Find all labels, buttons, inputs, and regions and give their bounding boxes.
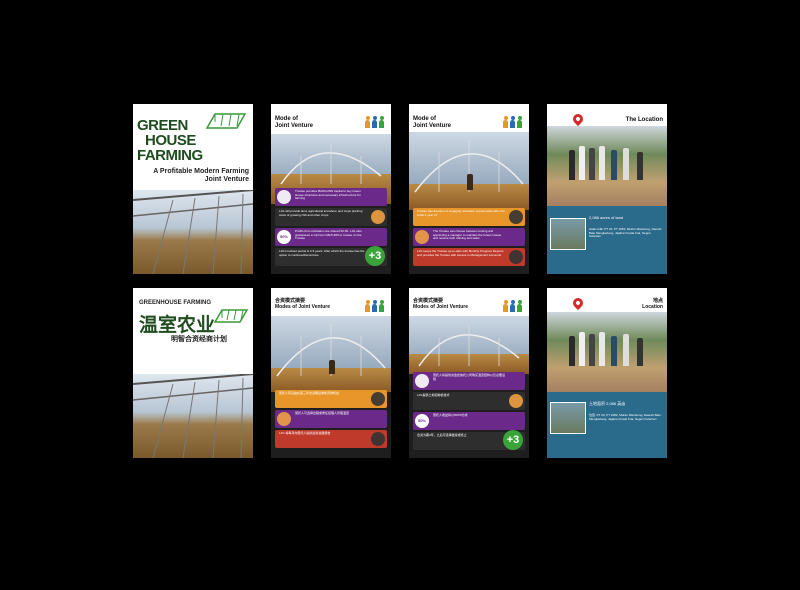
location-address: Hakk milik: PT 20, PT 2082, Mukim Mambon… — [589, 227, 662, 239]
greenhouse-logo-icon — [205, 110, 247, 130]
mode-title-en: Modes of Joint Venture — [275, 304, 331, 310]
band-text: Profits from cultivation are shared 50-5… — [295, 229, 362, 241]
mode-card-zh-2: 合资模式摘要 Modes of Joint Venture 受托人将提供资金给信… — [409, 288, 529, 458]
cover-subtitle: 明智合资经商计划 — [171, 336, 227, 343]
people-logo-icon — [503, 298, 523, 312]
percent-badge: 50% — [277, 230, 291, 244]
band-text: LJG will provide land, agricultural know… — [279, 209, 363, 217]
band-text: LJG's lockout period is 3-5 years. After… — [279, 249, 365, 257]
site-photo — [550, 218, 586, 250]
site-photo — [550, 402, 586, 434]
band-text: 受托人有自由在首三年合资期后重新安排机会 — [279, 391, 340, 395]
mode-title-line2: Joint Venture — [413, 122, 452, 129]
band-text: Trustee provides BANGUNN capital to buy … — [295, 189, 361, 201]
band-text: 合资为期3年，之后可选择继续或终止 — [417, 433, 467, 437]
location-pin-icon — [570, 295, 586, 311]
mode-card-zh-1: 合资模式摘要 Modes of Joint Venture 受托人有自由在首三年… — [271, 288, 391, 458]
cover-title-line3: FARMING — [137, 147, 203, 164]
people-logo-icon — [365, 298, 385, 312]
cover-photo — [133, 374, 253, 458]
mode-title-line2: Joint Venture — [275, 122, 314, 129]
people-logo-icon — [503, 114, 523, 128]
cover-title-line1: GREEN — [137, 117, 188, 134]
cover-subtitle-line1: A Profitable Modern Farming — [153, 168, 249, 175]
cover-title-line2: HOUSE — [145, 132, 196, 149]
cover-title: 温室农业 — [139, 315, 216, 336]
location-card-en: The Location 2,086 acres of land Hakk mi… — [547, 104, 667, 274]
mode-card-en-2: Mode of Joint Venture Trustee has freedo… — [409, 104, 529, 274]
location-card-zh: 地点 Location 土地面积 2,086 英亩 位置: PT 20, PT … — [547, 288, 667, 458]
people-logo-icon — [365, 114, 385, 128]
band-text: 受托人可选择出租或委任经理人管理温室 — [295, 411, 350, 415]
greenhouse-logo-icon — [213, 306, 249, 324]
mode-title-en: Modes of Joint Venture — [413, 304, 469, 310]
band-text: LJG keeps the Trustee up-to-date with Mo… — [417, 249, 504, 257]
plus-three-badge: +3 — [365, 246, 385, 266]
cover-photo — [133, 190, 253, 274]
cover-label: GREENHOUSE FARMING — [139, 300, 212, 306]
percent-badge: 50% — [415, 414, 429, 428]
location-address: 位置: PT 20, PT 2082, Mukim Mambong, Daera… — [589, 413, 661, 421]
band-text: The Trustee can choose between renting a… — [433, 229, 502, 241]
band-text: LJG提供土地和种植技术 — [417, 393, 450, 397]
cover-subtitle-line2: Joint Venture — [204, 176, 249, 183]
location-title-en: Location — [642, 304, 663, 310]
location-pin-icon — [570, 111, 586, 127]
cover-card-en: GREEN HOUSE FARMING A Profitable Modern … — [133, 104, 253, 274]
band-text: 受托人收益将以50/50分成 — [433, 413, 468, 417]
cover-card-zh: GREENHOUSE FARMING 温室农业 明智合资经商计划 — [133, 288, 253, 458]
plus-three-badge: +3 — [503, 430, 523, 450]
band-text: 受托人将提供资金给信托公司购买温室结构以及必要设施 — [433, 373, 506, 381]
location-photo — [547, 312, 667, 392]
location-acres: 土地面积 2,086 英亩 — [589, 401, 626, 406]
mode-card-en-1: Mode of Joint Venture Trustee provides B… — [271, 104, 391, 274]
band-text: Trustee has freedom of engaging relocati… — [417, 209, 505, 217]
location-title: The Location — [625, 117, 663, 123]
location-acres: 2,086 acres of land — [589, 215, 624, 220]
location-photo — [547, 126, 667, 206]
band-text: LJG 将每月向受托人提供最新进展报告 — [279, 431, 331, 435]
